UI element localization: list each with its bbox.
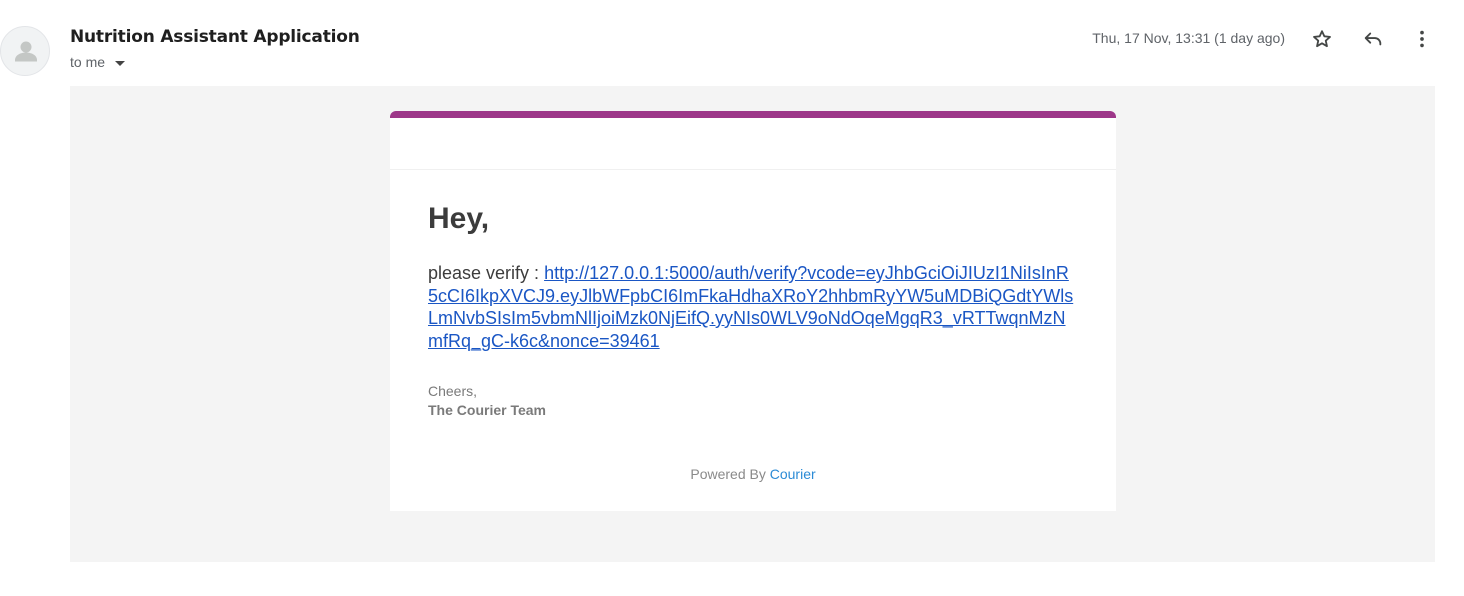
star-button[interactable] bbox=[1307, 24, 1337, 54]
courier-link[interactable]: Courier bbox=[770, 466, 816, 482]
card-body: Hey, please verify : http://127.0.0.1:50… bbox=[390, 170, 1116, 420]
caret-down-icon bbox=[115, 60, 126, 66]
verify-prefix: please verify : bbox=[428, 263, 545, 283]
signoff-text: Cheers, bbox=[428, 383, 478, 399]
greeting: Hey, bbox=[428, 202, 490, 235]
recipient-dropdown[interactable]: to me bbox=[70, 54, 126, 70]
reply-button[interactable] bbox=[1358, 24, 1388, 54]
person-icon bbox=[15, 41, 37, 62]
team-name: The Courier Team bbox=[428, 402, 546, 418]
email-card: Hey, please verify : http://127.0.0.1:50… bbox=[390, 111, 1116, 511]
more-options-button[interactable] bbox=[1407, 24, 1437, 54]
verify-text: please verify : http://127.0.0.1:5000/au… bbox=[428, 262, 1078, 352]
star-icon bbox=[1313, 30, 1331, 48]
email-date: Thu, 17 Nov, 13:31 (1 day ago) bbox=[1092, 30, 1285, 46]
sender-name: Nutrition Assistant Application bbox=[70, 27, 360, 47]
powered-by-footer: Powered By Courier bbox=[390, 466, 1116, 482]
card-header bbox=[390, 118, 1116, 170]
recipient-label: to me bbox=[70, 54, 106, 70]
accent-bar bbox=[390, 111, 1116, 118]
more-vert-icon bbox=[1420, 30, 1424, 48]
reply-icon bbox=[1364, 32, 1382, 46]
powered-by-label: Powered By bbox=[690, 466, 766, 482]
sender-avatar[interactable] bbox=[0, 26, 50, 76]
signoff: Cheers, The Courier Team bbox=[428, 382, 1078, 420]
